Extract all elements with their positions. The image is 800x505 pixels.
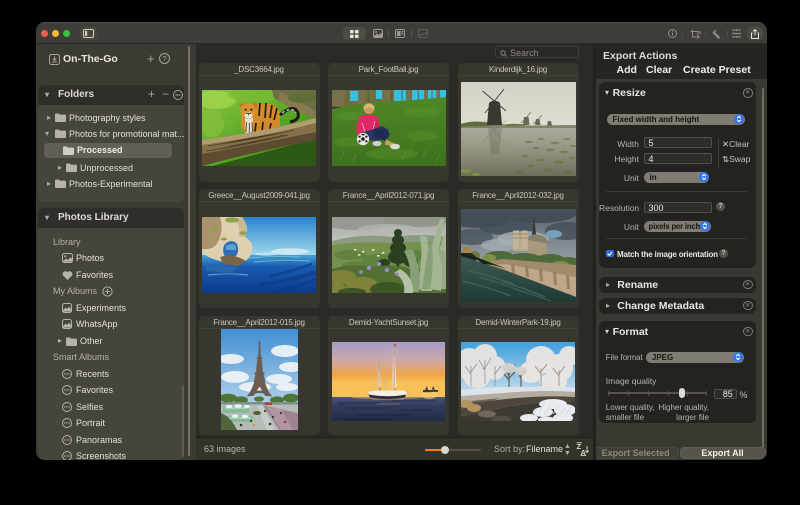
svg-text:?: ? <box>162 54 166 63</box>
svg-text:A: A <box>581 448 587 456</box>
